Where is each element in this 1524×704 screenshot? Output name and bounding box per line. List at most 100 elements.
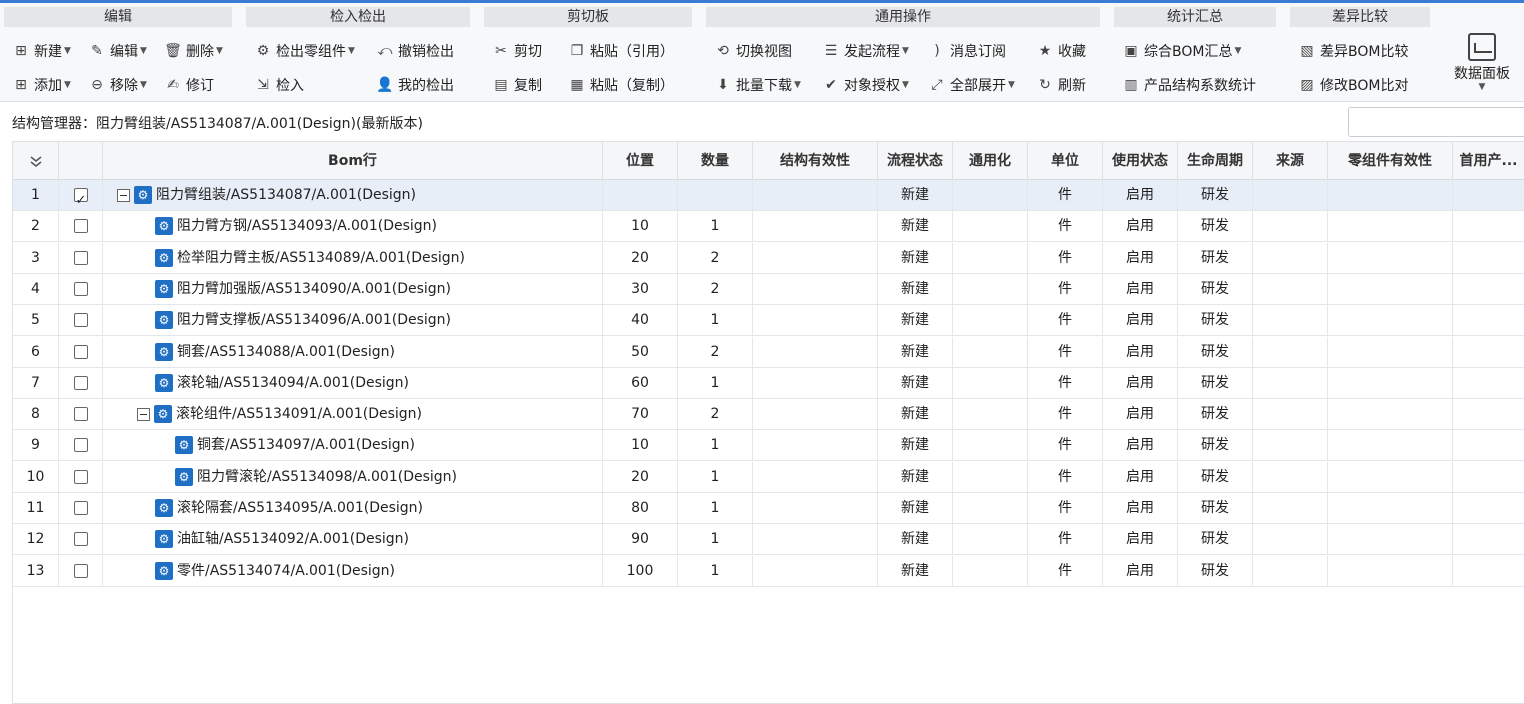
cell-eff bbox=[753, 367, 878, 399]
row-checkbox[interactable] bbox=[73, 219, 88, 234]
collapse-toggle-icon[interactable] bbox=[117, 188, 130, 202]
bom-cell[interactable]: ⚙ 阻力臂组装/AS5134087/A.001(Design) bbox=[103, 180, 603, 211]
column-header-first[interactable]: 首用产... bbox=[1453, 142, 1524, 180]
column-header-src[interactable]: 来源 bbox=[1253, 142, 1328, 180]
row-number: 2 bbox=[13, 211, 59, 243]
row-checkbox[interactable] bbox=[73, 281, 88, 296]
cell-use: 启用 bbox=[1103, 211, 1178, 243]
cell-unit: 件 bbox=[1028, 524, 1103, 556]
row-checkbox[interactable] bbox=[73, 501, 88, 515]
modify-compare-button[interactable]: ▨ 修改BOM比对 bbox=[1298, 73, 1408, 97]
column-header-flow[interactable]: 流程状态 bbox=[878, 142, 953, 180]
edit-button[interactable]: ✎ 编辑 ▼ bbox=[88, 39, 147, 63]
bom-cell[interactable]: ⚙ 阻力臂加强版/AS5134090/A.001(Design) bbox=[103, 273, 603, 305]
cell-src bbox=[1253, 461, 1328, 493]
undo-checkout-button[interactable]: ⤺ 撤销检出 bbox=[376, 39, 454, 63]
bom-compare-button[interactable]: ▧ 差异BOM比较 bbox=[1298, 39, 1408, 63]
row-checkbox[interactable] bbox=[73, 185, 88, 211]
column-header-eff[interactable]: 结构有效性 bbox=[753, 142, 878, 180]
table-row[interactable]: 5 ⚙ 阻力臂支撑板/AS5134096/A.001(Design) 40 1 新建件启用… bbox=[13, 305, 1524, 337]
paste-copy-button[interactable]: ▦ 粘贴（复制） bbox=[568, 73, 674, 97]
row-checkbox[interactable] bbox=[73, 407, 88, 422]
bom-cell[interactable]: ⚙ 油缸轴/AS5134092/A.001(Design) bbox=[103, 524, 603, 556]
bom-cell[interactable]: ⚙ 阻力臂方钢/AS5134093/A.001(Design) bbox=[103, 211, 603, 243]
cell-eff bbox=[753, 211, 878, 243]
refresh-button[interactable]: ↻ 刷新 bbox=[1036, 73, 1086, 97]
bom-cell[interactable]: ⚙ 滚轮轴/AS5134094/A.001(Design) bbox=[103, 367, 603, 399]
add-button[interactable]: ⊞ 添加 ▼ bbox=[12, 73, 71, 97]
expand-all-button[interactable]: ⤢ 全部展开 ▼ bbox=[928, 73, 1015, 97]
paste-ref-button[interactable]: ❐ 粘贴（引用） bbox=[568, 39, 674, 63]
table-row[interactable]: 1 ⚙阻力臂组装/AS5134087/A.001(Design) 新建 件启用研发 bbox=[13, 180, 1524, 211]
checkout-part-button[interactable]: ⚙ 检出零组件 ▼ bbox=[254, 39, 355, 63]
expand-all-rows-icon[interactable] bbox=[13, 142, 59, 180]
cell-peff bbox=[1328, 242, 1453, 274]
bom-cell[interactable]: ⚙ 阻力臂滚轮/AS5134098/A.001(Design) bbox=[103, 461, 603, 493]
column-header-qty[interactable]: 数量 bbox=[678, 142, 753, 180]
bom-cell[interactable]: ⚙ 滚轮隔套/AS5134095/A.001(Design) bbox=[103, 493, 603, 524]
table-row[interactable]: 13 ⚙ 零件/AS5134074/A.001(Design) 100 1 新建件启用 研发 bbox=[13, 555, 1524, 587]
row-checkbox[interactable] bbox=[73, 438, 88, 453]
column-header-gen[interactable]: 通用化 bbox=[953, 142, 1028, 180]
revise-button[interactable]: ✍ 修订 bbox=[164, 73, 214, 97]
column-header-unit[interactable]: 单位 bbox=[1028, 142, 1103, 180]
bom-cell[interactable]: ⚙ 检举阻力臂主板/AS5134089/A.001(Design) bbox=[103, 242, 603, 274]
search-input[interactable] bbox=[1348, 107, 1524, 137]
cell-use: 启用 bbox=[1103, 180, 1178, 211]
new-button[interactable]: ⊞ 新建 ▼ bbox=[12, 39, 71, 63]
my-checkout-button[interactable]: 👤 我的检出 bbox=[376, 73, 454, 97]
cell-gen bbox=[953, 555, 1028, 587]
row-checkbox[interactable] bbox=[73, 563, 88, 578]
table-row[interactable]: 4 ⚙ 阻力臂加强版/AS5134090/A.001(Design) 30 2 新建件启用… bbox=[13, 273, 1524, 305]
dashboard-icon bbox=[1468, 33, 1496, 61]
part-gear-icon: ⚙ bbox=[175, 436, 193, 455]
cell-qty: 1 bbox=[678, 430, 753, 462]
cell-flow: 新建 bbox=[878, 242, 953, 274]
table-row[interactable]: 9 ⚙ 铜套/AS5134097/A.001(Design) 10 1 新建件启用 研发 bbox=[13, 430, 1524, 462]
row-checkbox[interactable] bbox=[73, 250, 88, 265]
switch-view-button[interactable]: ⟲ 切换视图 bbox=[714, 39, 792, 63]
bom-cell[interactable]: ⚙ 铜套/AS5134088/A.001(Design) bbox=[103, 336, 603, 368]
column-header-pos[interactable]: 位置 bbox=[603, 142, 678, 180]
column-header-bom[interactable]: Bom行 bbox=[103, 142, 603, 180]
table-row[interactable]: 7 ⚙ 滚轮轴/AS5134094/A.001(Design) 60 1 新建件启用 研发 bbox=[13, 367, 1524, 399]
row-checkbox[interactable] bbox=[73, 344, 88, 359]
table-row[interactable]: 11 ⚙ 滚轮隔套/AS5134095/A.001(Design) 80 1 新建件启用研… bbox=[13, 493, 1524, 524]
authorize-button[interactable]: ✔ 对象授权 ▼ bbox=[822, 73, 909, 97]
column-header-life[interactable]: 生命周期 bbox=[1178, 142, 1253, 180]
table-row[interactable]: 3 ⚙ 检举阻力臂主板/AS5134089/A.001(Design) 20 2 新建件启… bbox=[13, 242, 1524, 274]
group-stats: 统计汇总 ▣ 综合BOM汇总 ▼ ▥ 产品结构系数统计 bbox=[1114, 7, 1276, 101]
favorite-button[interactable]: ★ 收藏 bbox=[1036, 39, 1086, 63]
remove-button[interactable]: ⊖ 移除 ▼ bbox=[88, 73, 147, 97]
cell-flow: 新建 bbox=[878, 305, 953, 337]
table-row[interactable]: 12 ⚙ 油缸轴/AS5134092/A.001(Design) 90 1 新建件启用 研发 bbox=[13, 524, 1524, 556]
batch-download-button[interactable]: ⬇ 批量下载 ▼ bbox=[714, 73, 801, 97]
delete-button[interactable]: 🗑 删除 ▼ bbox=[164, 39, 223, 63]
subscribe-button[interactable]: ) 消息订阅 bbox=[928, 39, 1006, 63]
table-row[interactable]: 2 ⚙ 阻力臂方钢/AS5134093/A.001(Design) 10 1 新建件启用研… bbox=[13, 211, 1524, 243]
collapse-toggle-icon[interactable] bbox=[137, 407, 150, 421]
table-row[interactable]: 8 ⚙ 滚轮组件/AS5134091/A.001(Design) 70 2 新建件启用 研发 bbox=[13, 399, 1524, 431]
row-checkbox[interactable] bbox=[73, 375, 88, 390]
bom-label: 油缸轴/AS5134092/A.001(Design) bbox=[177, 531, 410, 548]
structure-stats-button[interactable]: ▥ 产品结构系数统计 bbox=[1122, 73, 1256, 97]
table-row[interactable]: 10 ⚙ 阻力臂滚轮/AS5134098/A.001(Design) 20 1 新建件启用… bbox=[13, 461, 1524, 493]
cut-button[interactable]: ✂ 剪切 bbox=[492, 39, 542, 63]
column-header-use[interactable]: 使用状态 bbox=[1103, 142, 1178, 180]
bom-cell[interactable]: ⚙ 零件/AS5134074/A.001(Design) bbox=[103, 555, 603, 587]
cell-first bbox=[1453, 305, 1524, 336]
checkin-button[interactable]: ⇲ 检入 bbox=[254, 73, 304, 97]
cell-gen bbox=[953, 273, 1028, 305]
bom-cell[interactable]: ⚙ 阻力臂支撑板/AS5134096/A.001(Design) bbox=[103, 305, 603, 337]
bom-cell[interactable]: ⚙ 铜套/AS5134097/A.001(Design) bbox=[103, 430, 603, 462]
table-row[interactable]: 6 ⚙ 铜套/AS5134088/A.001(Design) 50 2 新建件启用 研发 bbox=[13, 336, 1524, 368]
dashboard-button[interactable]: 数据面板 ▼ bbox=[1444, 29, 1520, 99]
bom-cell[interactable]: ⚙ 滚轮组件/AS5134091/A.001(Design) bbox=[103, 399, 603, 431]
row-checkbox[interactable] bbox=[73, 469, 88, 484]
bom-summary-button[interactable]: ▣ 综合BOM汇总 ▼ bbox=[1122, 39, 1241, 63]
row-checkbox[interactable] bbox=[73, 532, 88, 547]
column-header-peff[interactable]: 零组件有效性 bbox=[1328, 142, 1453, 180]
start-flow-button[interactable]: ☰ 发起流程 ▼ bbox=[822, 39, 909, 63]
row-checkbox[interactable] bbox=[73, 313, 88, 328]
copy-button[interactable]: ▤ 复制 bbox=[492, 73, 542, 97]
